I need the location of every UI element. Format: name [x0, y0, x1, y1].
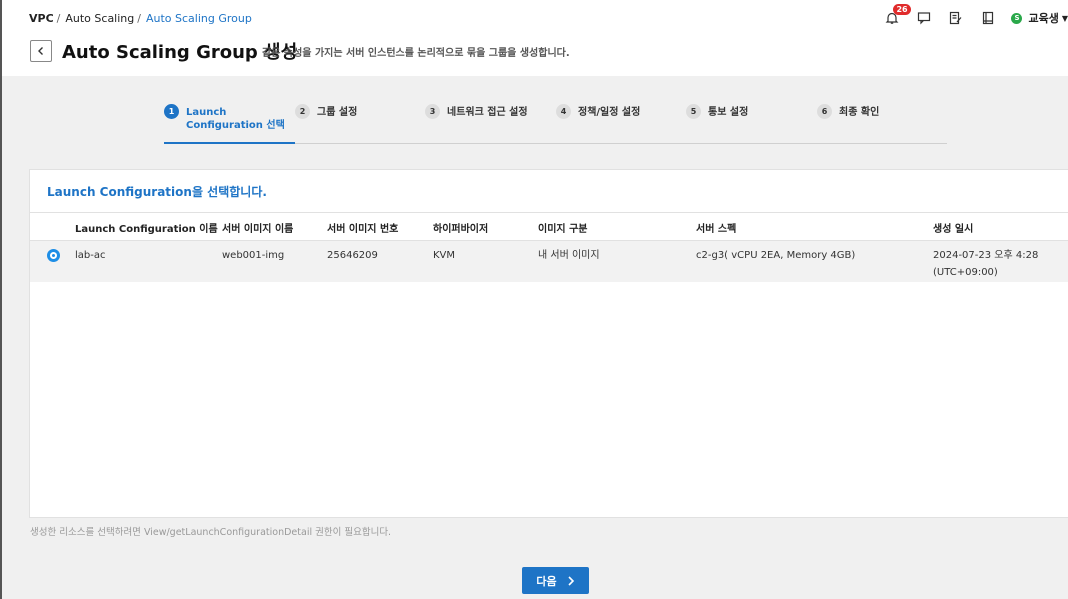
guide-button[interactable]	[981, 10, 997, 26]
step-final-review[interactable]: 6 최종 확인	[817, 104, 879, 119]
step-number: 4	[556, 104, 571, 119]
step-label: 최종 확인	[839, 107, 880, 118]
back-button[interactable]	[30, 40, 52, 62]
active-step-indicator	[164, 142, 295, 144]
next-button[interactable]: 다음	[522, 567, 589, 594]
user-name: 교육생	[1028, 12, 1059, 25]
table-row[interactable]: lab-ac web001-img 25646209 KVM 내 서버 이미지 …	[30, 241, 1068, 282]
column-header: 이미지 구분	[538, 224, 588, 235]
column-header: 생성 일시	[933, 224, 974, 235]
step-label: 통보 설정	[708, 107, 749, 118]
step-policy-schedule[interactable]: 4 정책/일정 설정	[556, 104, 640, 119]
step-number: 1	[164, 104, 179, 119]
row-select-radio[interactable]	[47, 249, 60, 262]
step-group-settings[interactable]: 2 그룹 설정	[295, 104, 357, 119]
breadcrumb-auto-scaling[interactable]: Auto Scaling	[65, 12, 134, 25]
step-number: 2	[295, 104, 310, 119]
breadcrumb-auto-scaling-group[interactable]: Auto Scaling Group	[146, 12, 252, 25]
breadcrumb-separator: /	[137, 12, 141, 25]
chat-button[interactable]	[917, 10, 933, 26]
cell-image-no: 25646209	[327, 250, 378, 261]
column-header: Launch Configuration 이름	[75, 224, 218, 235]
launch-configuration-panel: Launch Configuration을 선택합니다. Launch Conf…	[29, 169, 1068, 518]
chevron-right-icon	[568, 575, 574, 586]
notifications-button[interactable]: 26	[885, 4, 911, 26]
page-header: VPC / Auto Scaling / Auto Scaling Group Auto…	[2, 0, 1068, 76]
user-status-icon: S	[1011, 12, 1023, 24]
step-label: 정책/일정 설정	[578, 107, 641, 118]
cell-created-timezone: (UTC+09:00)	[933, 267, 998, 278]
notification-badge: 26	[893, 4, 911, 15]
step-network-access[interactable]: 3 네트워크 접근 설정	[425, 104, 528, 119]
chevron-down-icon: ▼	[1061, 13, 1068, 23]
step-label: 그룹 설정	[317, 107, 358, 118]
step-label-line1: Launch	[186, 107, 227, 118]
panel-title: Launch Configuration을 선택합니다.	[47, 185, 267, 199]
memo-button[interactable]	[949, 10, 965, 26]
book-icon	[983, 11, 994, 25]
page-description: 같은 속성을 가지는 서버 인스턴스를 논리적으로 묶을 그룹을 생성합니다.	[262, 48, 570, 59]
cell-created: 2024-07-23 오후 4:28 (UTC+09:00)	[933, 247, 1038, 281]
step-label: Launch Configuration 선택	[186, 106, 285, 132]
step-number: 6	[817, 104, 832, 119]
column-header: 하이퍼바이저	[433, 224, 489, 235]
chevron-left-icon	[38, 47, 43, 55]
next-button-label: 다음	[536, 574, 557, 588]
table-header: Launch Configuration 이름 서버 이미지 이름 서버 이미지…	[30, 212, 1068, 241]
user-menu[interactable]: S 교육생 ▼	[1011, 10, 1068, 26]
breadcrumb: VPC / Auto Scaling / Auto Scaling Group	[29, 12, 255, 25]
step-number: 5	[686, 104, 701, 119]
chat-icon	[918, 12, 931, 25]
permission-hint: 생성한 리소스를 선택하려면 View/getLaunchConfigurati…	[30, 527, 392, 538]
breadcrumb-vpc[interactable]: VPC	[29, 12, 54, 25]
cell-image-type: 내 서버 이미지	[538, 250, 600, 261]
cell-spec: c2-g3( vCPU 2EA, Memory 4GB)	[696, 250, 856, 261]
cell-created-date: 2024-07-23 오후 4:28	[933, 250, 1039, 261]
edit-icon	[950, 11, 962, 25]
step-number: 3	[425, 104, 440, 119]
step-launch-configuration[interactable]: 1 Launch Configuration 선택	[164, 104, 285, 132]
column-header: 서버 이미지 이름	[222, 224, 294, 235]
top-toolbar: 26 S 교육생 ▼	[869, 4, 1068, 28]
cell-name: lab-ac	[75, 250, 106, 261]
step-label: 네트워크 접근 설정	[447, 107, 528, 118]
cell-image-name: web001-img	[222, 250, 285, 261]
cell-hypervisor: KVM	[433, 250, 456, 261]
step-label-line2: Configuration 선택	[186, 120, 285, 131]
left-edge	[0, 0, 2, 599]
column-header: 서버 스펙	[696, 224, 737, 235]
column-header: 서버 이미지 번호	[327, 224, 399, 235]
breadcrumb-separator: /	[56, 12, 61, 25]
wizard-steps: 1 Launch Configuration 선택 2 그룹 설정 3 네트워크 …	[164, 104, 947, 144]
step-notification[interactable]: 5 통보 설정	[686, 104, 748, 119]
